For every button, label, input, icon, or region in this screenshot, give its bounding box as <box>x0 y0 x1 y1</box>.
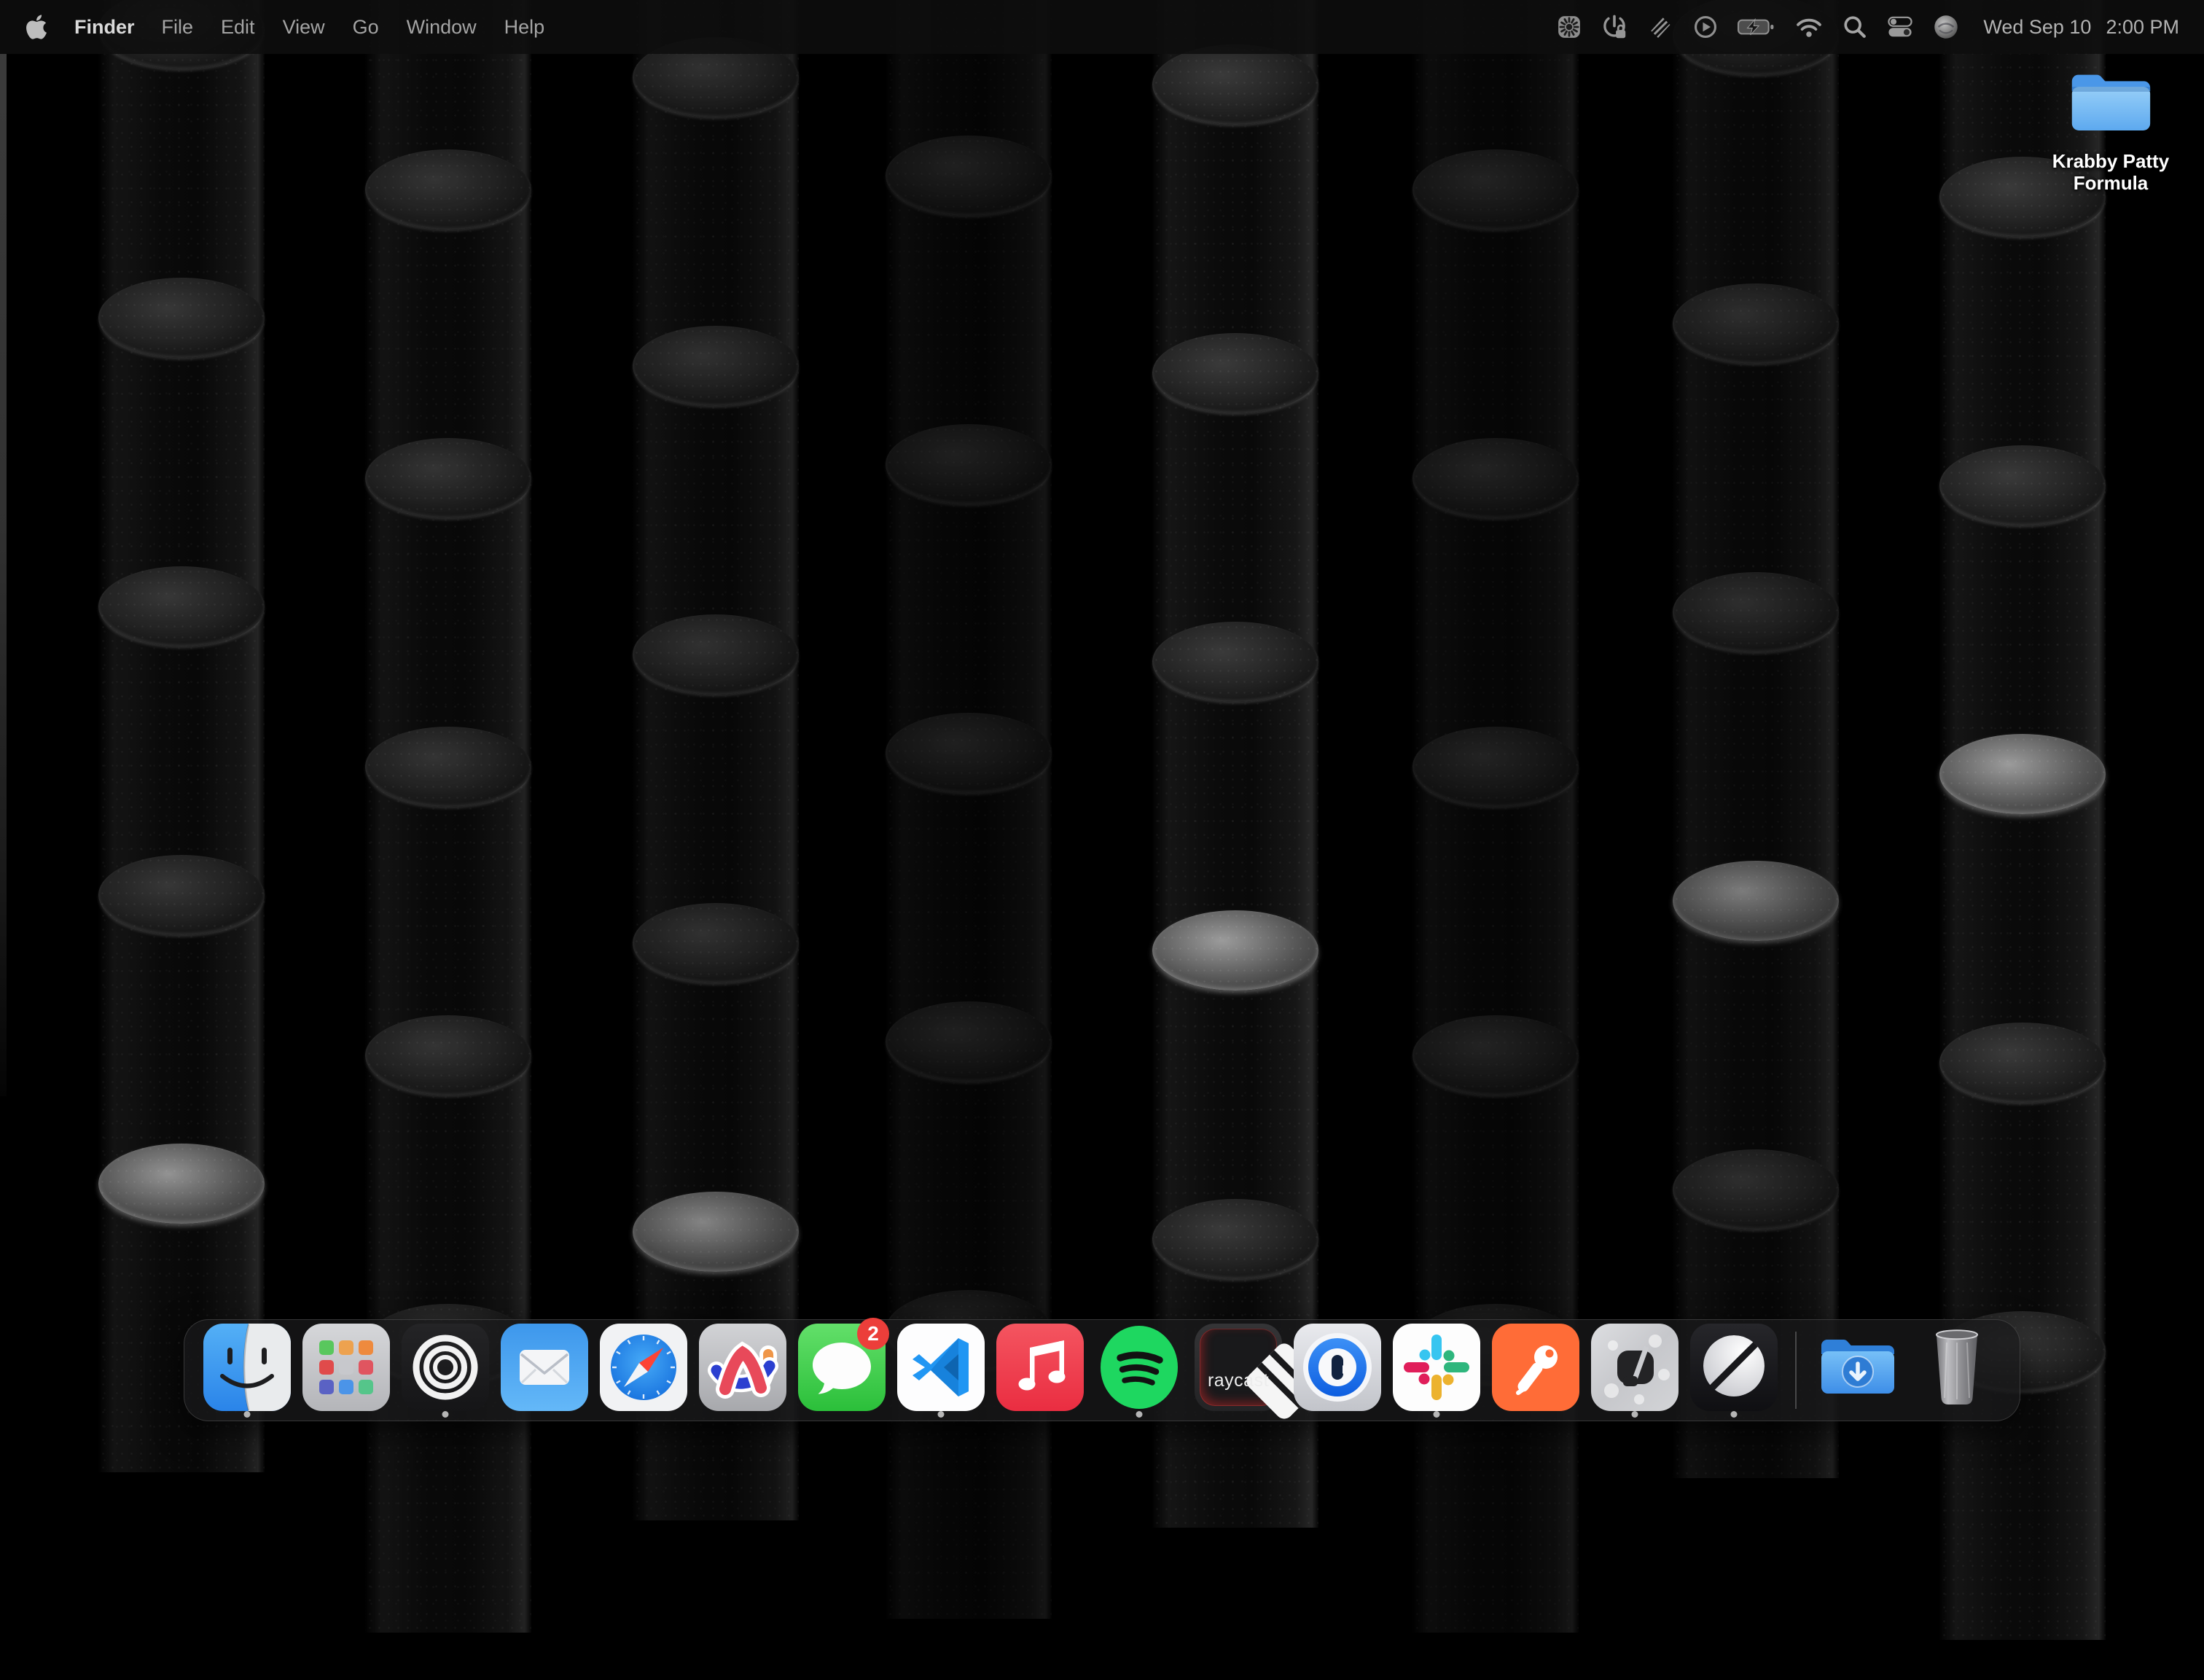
spotlight-search-icon[interactable] <box>1842 12 1867 42</box>
dock-item-1password[interactable] <box>1294 1320 1381 1421</box>
wallpaper-column <box>98 0 265 1431</box>
concentric-rings-icon <box>402 1324 489 1411</box>
power-lock-icon[interactable] <box>1601 12 1627 42</box>
dock: 2 raycast <box>184 1319 2020 1421</box>
finder-icon <box>203 1324 291 1411</box>
menu-bar-clock[interactable]: Wed Sep 10 2:00 PM <box>1983 16 2179 39</box>
raycast-label: raycast <box>1200 1370 1277 1391</box>
play-circle-icon[interactable] <box>1693 12 1718 42</box>
wallpaper-column <box>1412 0 1579 1431</box>
dock-item-safari[interactable] <box>600 1320 687 1421</box>
menu-window[interactable]: Window <box>407 16 477 39</box>
control-center-icon[interactable] <box>1887 12 1913 42</box>
menu-view[interactable]: View <box>283 16 325 39</box>
running-indicator <box>244 1411 251 1418</box>
dock-item-raycast[interactable]: raycast <box>1195 1320 1282 1421</box>
running-indicator <box>938 1411 945 1418</box>
desktop-wallpaper <box>0 0 2204 1431</box>
menu-help[interactable]: Help <box>504 16 545 39</box>
dock-item-downloads[interactable] <box>1814 1320 1902 1421</box>
hatched-flag-icon[interactable] <box>1647 12 1673 42</box>
dock-item-launchpad[interactable] <box>302 1320 390 1421</box>
mail-icon <box>501 1324 588 1411</box>
siri-icon[interactable] <box>1933 12 1959 42</box>
notification-badge: 2 <box>857 1318 889 1350</box>
running-indicator <box>1632 1411 1638 1418</box>
desktop-folder-krabby-patty-formula[interactable]: Krabby Patty Formula <box>2020 67 2201 194</box>
downloads-folder-icon <box>1814 1324 1902 1411</box>
dock-item-mail[interactable] <box>501 1320 588 1421</box>
dock-item-messages[interactable]: 2 <box>798 1320 886 1421</box>
apple-music-icon <box>996 1324 1084 1411</box>
dock-separator <box>1795 1332 1797 1409</box>
postman-icon <box>1492 1324 1579 1411</box>
menu-go[interactable]: Go <box>353 16 379 39</box>
menu-bar: Finder File Edit View Go Window Help <box>0 0 2204 54</box>
clock-date: Wed Sep 10 <box>1983 16 2091 39</box>
1password-icon <box>1294 1324 1381 1411</box>
wallpaper-column <box>365 0 531 1431</box>
dock-trailing <box>1808 1320 2006 1421</box>
dock-item-finder[interactable] <box>203 1320 291 1421</box>
launchpad-icon <box>302 1324 390 1411</box>
dock-apps: 2 raycast <box>198 1320 1783 1421</box>
wallpaper-column <box>886 0 1052 1431</box>
safari-icon <box>600 1324 687 1411</box>
wallpaper-column <box>1152 0 1318 1431</box>
wallpaper-column <box>1939 0 2106 1431</box>
dia-browser-icon <box>1591 1324 1679 1411</box>
clock-time: 2:00 PM <box>2106 16 2179 39</box>
spotify-icon <box>1095 1324 1183 1411</box>
dock-item-slack[interactable] <box>1393 1320 1480 1421</box>
wallpaper-column <box>1673 0 1839 1431</box>
menu-bar-menus: File Edit View Go Window Help <box>148 16 559 39</box>
arc-browser-icon <box>699 1324 786 1411</box>
slack-icon <box>1393 1324 1480 1411</box>
folder-label: Krabby Patty Formula <box>2052 150 2169 194</box>
running-indicator <box>442 1411 449 1418</box>
dock-item-vscode[interactable] <box>897 1320 985 1421</box>
dock-item-spotify[interactable] <box>1095 1320 1183 1421</box>
trash-empty-icon <box>1913 1324 2001 1411</box>
wallpaper-edge-highlight <box>0 54 7 1096</box>
running-indicator <box>1434 1411 1440 1418</box>
dock-item-rings[interactable] <box>402 1320 489 1421</box>
battery-charging-icon[interactable] <box>1738 12 1775 42</box>
dock-item-trash[interactable] <box>1913 1320 2001 1421</box>
linear-icon <box>1690 1324 1778 1411</box>
apple-menu-icon[interactable] <box>25 13 48 41</box>
raycast-icon: raycast <box>1195 1324 1282 1411</box>
wallpaper-column <box>633 0 799 1431</box>
menu-file[interactable]: File <box>162 16 194 39</box>
menu-edit[interactable]: Edit <box>221 16 255 39</box>
dock-item-dia[interactable] <box>1591 1320 1679 1421</box>
vscode-icon <box>897 1324 985 1411</box>
sunburst-icon[interactable] <box>1557 12 1582 42</box>
dock-item-music[interactable] <box>996 1320 1084 1421</box>
dock-item-arc[interactable] <box>699 1320 786 1421</box>
active-app-title[interactable]: Finder <box>74 16 135 39</box>
running-indicator <box>1731 1411 1738 1418</box>
menu-bar-status-area: Wed Sep 10 2:00 PM <box>1557 12 2179 42</box>
dock-item-linear[interactable] <box>1690 1320 1778 1421</box>
running-indicator <box>1136 1411 1143 1418</box>
blue-folder-icon <box>2068 67 2154 138</box>
wifi-icon[interactable] <box>1795 12 1823 42</box>
dock-item-postman[interactable] <box>1492 1320 1579 1421</box>
